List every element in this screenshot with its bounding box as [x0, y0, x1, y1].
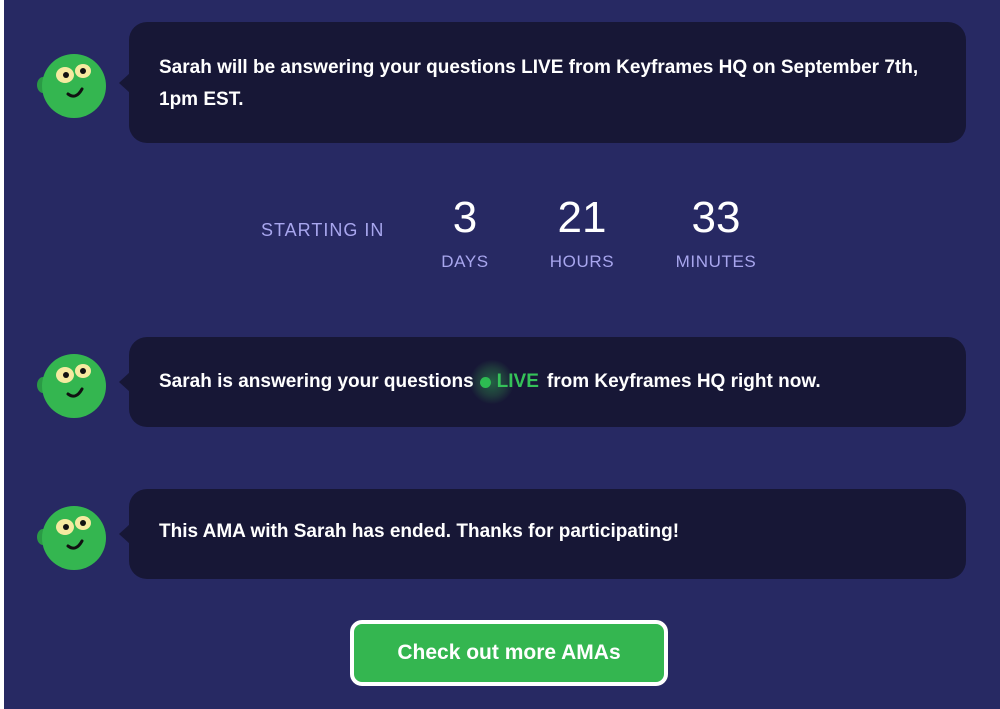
- ended-message-text: This AMA with Sarah has ended. Thanks fo…: [159, 521, 680, 542]
- live-badge: LIVE: [469, 360, 539, 404]
- green-goblin-face-icon: [34, 502, 112, 580]
- live-dot-icon: [479, 376, 491, 388]
- live-message-text-after: from Keyframes HQ right now.: [546, 371, 821, 392]
- more-amas-button-label: Check out more AMAs: [397, 641, 621, 664]
- scheduled-message-bubble: Sarah will be answering your questions L…: [119, 22, 966, 143]
- countdown-minutes-label: MINUTES: [675, 252, 757, 271]
- countdown-days: 3 DAYS: [405, 190, 525, 272]
- countdown-label: STARTING IN: [261, 220, 385, 240]
- ended-message-bubble: This AMA with Sarah has ended. Thanks fo…: [119, 489, 966, 579]
- live-message-bubble: Sarah is answering your questions LIVE f…: [119, 337, 966, 427]
- live-message-text-before: Sarah is answering your questions: [159, 371, 474, 392]
- countdown-hours-label: HOURS: [549, 252, 615, 271]
- ama-panel: Sarah will be answering your questions L…: [4, 0, 1000, 709]
- green-goblin-face-icon: [34, 350, 112, 428]
- countdown-hours-value: 21: [557, 193, 607, 242]
- countdown: STARTING IN 3 DAYS 21 HOURS 33 MINUTES: [4, 190, 1000, 280]
- countdown-days-label: DAYS: [441, 252, 489, 271]
- countdown-minutes-value: 33: [691, 193, 741, 242]
- countdown-minutes: 33 MINUTES: [656, 190, 776, 272]
- countdown-days-value: 3: [452, 193, 478, 242]
- countdown-hours: 21 HOURS: [522, 190, 642, 272]
- scheduled-message-text: Sarah will be answering your questions L…: [159, 57, 919, 110]
- more-amas-button[interactable]: Check out more AMAs: [350, 620, 668, 686]
- live-badge-label: LIVE: [496, 371, 539, 392]
- green-goblin-face-icon: [34, 50, 112, 128]
